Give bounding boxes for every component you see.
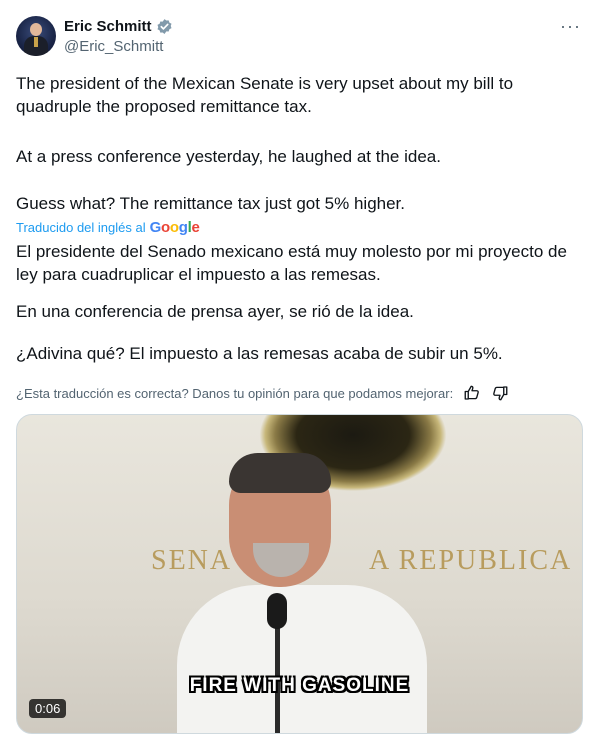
google-logo: Google (149, 219, 200, 236)
tweet-paragraph-2: At a press conference yesterday, he laug… (16, 147, 441, 166)
author-handle[interactable]: @Eric_Schmitt (64, 38, 163, 55)
tweet-paragraph-3: Guess what? The remittance tax just got … (16, 194, 406, 213)
thumbs-down-icon[interactable] (491, 384, 509, 402)
video-player[interactable]: SENA A REPUBLICA FIRE WITH GASOLINE 0:06 (16, 414, 583, 734)
video-caption: FIRE WITH GASOLINE (189, 675, 410, 696)
translation-feedback: ¿Esta traducción es correcta? Danos tu o… (16, 384, 509, 402)
wall-lettering-right: A REPUBLICA (369, 545, 573, 576)
author-name-row: Eric Schmitt (64, 18, 173, 35)
author-name[interactable]: Eric Schmitt (64, 18, 152, 35)
avatar-head (30, 23, 42, 36)
speaker-shirt (177, 585, 427, 733)
speaker-hair (229, 453, 331, 493)
thumbs-up-icon[interactable] (463, 384, 481, 402)
translation-attribution[interactable]: Traducido del inglés al Google (16, 219, 200, 236)
verified-badge-icon (157, 19, 172, 34)
translation-feedback-text: ¿Esta traducción es correcta? Danos tu o… (16, 385, 454, 401)
tweet-paragraph-1: The president of the Mexican Senate is v… (16, 74, 514, 116)
avatar[interactable] (16, 16, 56, 56)
translation-paragraph-2: En una conferencia de prensa ayer, se ri… (16, 302, 414, 321)
translation-paragraph-1: El presidente del Senado mexicano está m… (16, 242, 567, 284)
translation-attribution-label: Traducido del inglés al (16, 220, 146, 235)
more-icon[interactable]: ··· (560, 16, 581, 37)
avatar-tie (34, 37, 38, 47)
video-duration: 0:06 (29, 699, 67, 718)
microphone-icon (267, 593, 287, 629)
tweet-header: Eric Schmitt @Eric_Schmitt ··· (16, 16, 581, 60)
translation-paragraph-3: ¿Adivina qué? El impuesto a las remesas … (16, 344, 503, 363)
wall-lettering-left: SENA (151, 545, 233, 576)
